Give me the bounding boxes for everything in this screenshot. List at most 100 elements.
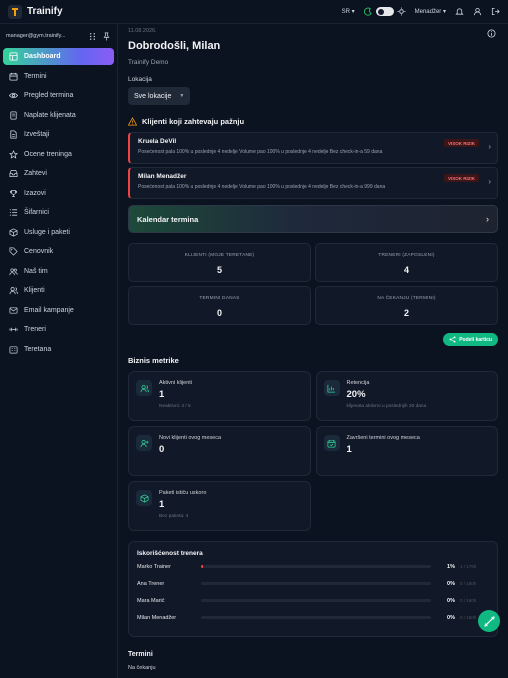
- share-card-button[interactable]: Podeli karticu: [443, 333, 498, 346]
- sidebar-item-izazovi[interactable]: Izazovi: [3, 185, 114, 202]
- metric-label: Retencija: [346, 380, 370, 386]
- brand[interactable]: Trainify: [8, 4, 63, 19]
- warning-icon: [128, 117, 137, 126]
- stat-label: TRENERI (ZAPOSLENI): [378, 253, 435, 258]
- usage-percent: 0%: [447, 614, 455, 621]
- sidebar-item-label: Izveštaji: [24, 131, 50, 138]
- trainer-name: Ana Trener: [137, 580, 165, 587]
- stat-card: TRENERI (ZAPOSLENI) 4: [315, 243, 498, 282]
- sidebar-item-treneri[interactable]: Treneri: [3, 321, 114, 338]
- metrics-grid: Aktivni klijenti 1 Neaktivni: 4 / 5 Rete…: [128, 371, 498, 531]
- sidebar-item-izvestaji[interactable]: Izveštaji: [3, 126, 114, 143]
- user-name: Menadžer: [414, 9, 442, 15]
- sidebar-item-label: Teretana: [24, 345, 52, 353]
- sidebar-item-label: Šifarnici: [24, 209, 49, 216]
- metric-card: Aktivni klijenti 1 Neaktivni: 4 / 5: [128, 371, 311, 421]
- metric-value: 0: [159, 444, 165, 455]
- stat-card: TERMINI DANAS 0: [128, 286, 311, 325]
- sidebar-item-teretana[interactable]: Teretana: [3, 341, 114, 358]
- sidebar-item-nas-tim[interactable]: Naš tim: [3, 263, 114, 280]
- info-icon[interactable]: [487, 29, 496, 38]
- location-select[interactable]: Sve lokacije ▼: [128, 87, 191, 105]
- stat-card: NA ČEKANJU (TERMINI) 2: [315, 286, 498, 325]
- sidebar-item-email-kampanje[interactable]: Email kampanje: [3, 302, 114, 319]
- usage-hours: 0 / 160h: [460, 598, 477, 603]
- sidebar-item-label: Treneri: [24, 326, 46, 333]
- logo-icon: [8, 4, 22, 19]
- sidebar-nav: Dashboard Termini Pregled termina Naplat…: [0, 48, 117, 358]
- list-icon: [9, 209, 18, 216]
- location-value: Sve lokacije: [134, 92, 172, 100]
- account-row: manager@gym.trainify...: [0, 24, 117, 48]
- metric-value: 1: [346, 444, 352, 455]
- metric-card: Završeni termini ovog meseca 1: [315, 426, 498, 476]
- trainer-usage-row: Marko Trainer 1% 1 / 176h: [137, 559, 489, 574]
- alert-card[interactable]: Kruela DeVil Posećenost pala 100% u posl…: [128, 132, 498, 164]
- sidebar-item-klijenti[interactable]: Klijenti: [3, 282, 114, 299]
- logout-icon[interactable]: [491, 7, 500, 16]
- quick-action-button[interactable]: [478, 610, 500, 632]
- sidebar-item-sifarnici[interactable]: Šifarnici: [3, 204, 114, 221]
- user-icon[interactable]: [473, 7, 482, 16]
- sidebar-item-label: Usluge i paketi: [24, 228, 70, 236]
- sidebar-item-cenovnik[interactable]: Cenovnik: [3, 243, 114, 260]
- sidebar: manager@gym.trainify... Dashboard Termin…: [0, 24, 118, 678]
- trainer-usage-row: Milan Menadžer 0% 0 / 160h: [137, 610, 489, 625]
- stat-label: NA ČEKANJU (TERMINI): [377, 296, 436, 301]
- calendar-label: Kalendar termina: [137, 214, 199, 224]
- trainer-name: Marko Trainer: [137, 563, 171, 570]
- gym-icon: [9, 345, 18, 353]
- sidebar-item-pregled-termina[interactable]: Pregled termina: [3, 87, 114, 104]
- chevron-right-icon: ›: [488, 177, 491, 186]
- current-date: 11.08.2026.: [128, 28, 157, 34]
- share-card-label: Podeli karticu: [459, 336, 492, 343]
- team-icon: [9, 267, 18, 275]
- risk-badge: VISOK RIZIK: [443, 174, 479, 182]
- sidebar-item-usluge-i-paketi[interactable]: Usluge i paketi: [3, 224, 114, 241]
- org-name: Trainify Demo: [128, 59, 169, 66]
- metrics-title: Biznis metrike: [128, 356, 179, 365]
- usage-percent: 0%: [447, 597, 455, 604]
- sidebar-item-label: Termini: [24, 72, 47, 80]
- sidebar-item-label: Dashboard: [24, 53, 61, 60]
- clients-icon: [9, 287, 18, 295]
- metric-label: Novi klijenti ovog meseca: [159, 435, 222, 441]
- sidebar-item-label: Zahtevi: [24, 170, 47, 177]
- page-title: Dobrodošli, Milan: [128, 40, 221, 52]
- theme-switch[interactable]: [375, 7, 394, 16]
- sidebar-item-label: Email kampanje: [24, 306, 74, 314]
- user-plus-icon: [140, 439, 149, 447]
- trainer-usage-card: Iskorišćenost trenera Marko Trainer 1% 1…: [128, 541, 498, 637]
- sidebar-item-termini[interactable]: Termini: [3, 68, 114, 85]
- metric-label: Paketi ističu uskoro: [159, 490, 207, 496]
- billing-icon: [10, 110, 17, 120]
- stat-card: KLIJENTI (MOJE TERETANE) 5: [128, 243, 311, 282]
- sidebar-item-label: Naplate klijenata: [24, 111, 76, 119]
- alert-card[interactable]: Milan Menadžer Posećenost pala 100% u po…: [128, 167, 498, 199]
- sidebar-item-label: Klijenti: [24, 287, 45, 294]
- theme-toggle[interactable]: [363, 7, 406, 16]
- sidebar-item-zahtevi[interactable]: Zahtevi: [3, 165, 114, 182]
- sidebar-item-naplate-klijenata[interactable]: Naplate klijenata: [3, 107, 114, 124]
- pin-icon[interactable]: [102, 32, 111, 41]
- sidebar-item-ocene-treninga[interactable]: Ocene treninga: [3, 146, 114, 163]
- metric-label: Završeni termini ovog meseca: [346, 435, 420, 441]
- eye-icon: [9, 92, 18, 99]
- sun-icon: [397, 7, 406, 16]
- chevron-right-icon: ›: [486, 214, 489, 224]
- user-menu[interactable]: Menadžer ▾: [415, 8, 446, 15]
- usage-title: Iskorišćenost trenera: [137, 550, 203, 557]
- stat-value: 2: [403, 308, 409, 318]
- metric-card: Novi klijenti ovog meseca 0: [128, 426, 311, 476]
- share-icon: [449, 336, 456, 343]
- inbox-icon: [9, 169, 18, 178]
- calendar-link[interactable]: Kalendar termina ›: [128, 205, 498, 233]
- bell-icon[interactable]: [455, 7, 464, 16]
- more-icon[interactable]: [88, 32, 97, 41]
- sidebar-item-dashboard[interactable]: Dashboard: [3, 48, 114, 65]
- language-select[interactable]: SR ▾: [342, 8, 355, 15]
- box-icon: [140, 493, 148, 503]
- usage-bar: [201, 582, 431, 585]
- usage-bar-fill: [201, 565, 204, 568]
- stats-grid: KLIJENTI (MOJE TERETANE) 5 TRENERI (ZAPO…: [128, 243, 498, 325]
